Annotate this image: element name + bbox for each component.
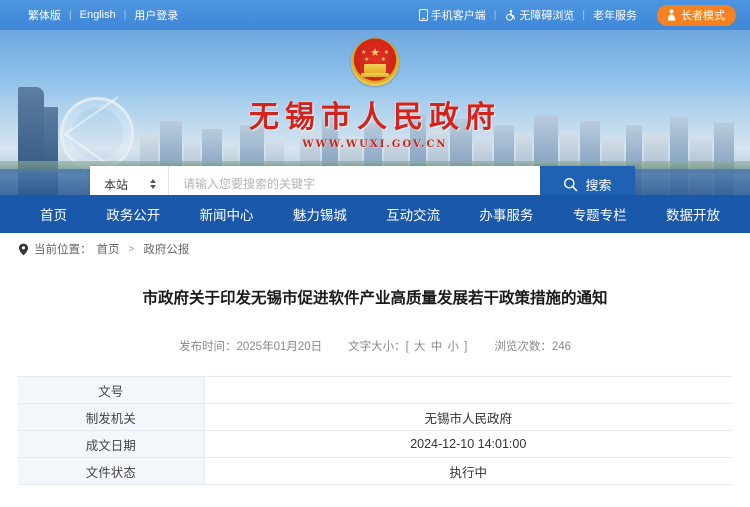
article-meta: 发布时间：2025年01月20日 文字大小：[ 大 中 小 ] 浏览次数：246: [0, 338, 750, 354]
person-icon: [666, 9, 677, 21]
table-row: 文件状态 执行中: [18, 457, 732, 486]
accessibility-link[interactable]: 无障碍浏览: [496, 7, 582, 23]
font-size-label: 文字大小：: [348, 341, 406, 354]
nav-item-charming-wuxi[interactable]: 魅力锡城: [293, 204, 347, 224]
site-title: 无锡市人民政府: [249, 100, 501, 135]
table-row: 成文日期 2024-12-10 14:01:00: [18, 430, 732, 459]
search-bar: 本站 搜索: [90, 166, 635, 195]
table-cell-key: 文号: [18, 376, 205, 405]
mobile-phone-icon: [418, 9, 428, 21]
publish-time-label: 发布时间：: [178, 341, 237, 354]
table-cell-key: 制发机关: [18, 403, 205, 432]
site-identity: ★ ★ ★ ★ ★ 无锡市人民政府 WWW.WUXI.GOV.CN: [0, 38, 750, 150]
search-button[interactable]: 搜索: [540, 166, 635, 195]
emblem-small-star: ★: [364, 57, 370, 63]
elderly-service-link[interactable]: 老年服务: [585, 7, 645, 23]
font-size-control: 文字大小：[ 大 中 小 ]: [348, 338, 468, 354]
table-row: 文号: [18, 376, 732, 405]
mobile-app-link[interactable]: 手机客户端: [411, 7, 494, 23]
table-cell-value: 2024-12-10 14:01:00: [204, 430, 732, 459]
breadcrumb-item-home[interactable]: 首页: [97, 241, 120, 257]
nav-item-services[interactable]: 办事服务: [479, 204, 533, 224]
national-emblem-icon: ★ ★ ★ ★ ★: [351, 38, 399, 86]
emblem-small-star: ★: [383, 50, 389, 56]
search-scope-value: 本站: [104, 177, 129, 192]
government-portal-page: 繁体版 | English | 用户登录 手机客户端 | 无障碍浏览 | 老年服…: [0, 0, 750, 507]
breadcrumb-item-gazette[interactable]: 政府公报: [143, 241, 189, 257]
publish-time: 发布时间：2025年01月20日: [179, 338, 322, 354]
emblem-tiananmen-gate: [361, 64, 389, 78]
nav-item-open-data[interactable]: 数据开放: [666, 204, 720, 224]
breadcrumb-separator: >: [128, 243, 135, 255]
location-pin-icon: [18, 243, 29, 256]
traditional-chinese-link[interactable]: 繁体版: [20, 7, 69, 23]
emblem-small-star: ★: [361, 50, 367, 56]
table-cell-value: [204, 376, 732, 405]
publish-time-value: 2025年01月20日: [236, 341, 323, 354]
table-cell-key: 文件状态: [18, 457, 205, 486]
nav-item-special-topics[interactable]: 专题专栏: [573, 204, 627, 224]
stepper-arrows-icon: [150, 179, 156, 189]
table-row: 制发机关 无锡市人民政府: [18, 403, 732, 432]
search-button-label: 搜索: [585, 177, 612, 193]
search-icon: [563, 177, 578, 192]
search-input[interactable]: [168, 166, 540, 195]
breadcrumb: 当前位置： 首页 > 政府公报: [0, 233, 750, 265]
nav-item-government-affairs[interactable]: 政务公开: [106, 204, 160, 224]
nav-item-home[interactable]: 首页: [40, 204, 67, 224]
document-info-table: 文号 制发机关 无锡市人民政府 成文日期 2024-12-10 14:01:00…: [18, 376, 732, 486]
main-navigation: 首页 政务公开 新闻中心 魅力锡城 互动交流 办事服务 专题专栏 数据开放: [0, 195, 750, 233]
accessibility-label: 无障碍浏览: [519, 10, 575, 22]
nav-item-interaction[interactable]: 互动交流: [386, 204, 440, 224]
table-cell-value: 无锡市人民政府: [204, 403, 732, 432]
site-url: WWW.WUXI.GOV.CN: [302, 139, 448, 150]
breadcrumb-label: 当前位置：: [34, 244, 92, 256]
view-count: 浏览次数：246: [494, 338, 571, 354]
topbar-left-links: 繁体版 | English | 用户登录: [20, 7, 186, 23]
search-scope-select[interactable]: 本站: [90, 166, 168, 195]
view-count-label: 浏览次数：: [494, 341, 552, 354]
emblem-small-star: ★: [380, 57, 386, 63]
english-link[interactable]: English: [72, 9, 124, 21]
emblem-big-star: ★: [370, 47, 380, 59]
elder-mode-label: 长者模式: [681, 10, 725, 22]
topbar-right-links: 手机客户端 | 无障碍浏览 | 老年服务 长者模式: [411, 4, 736, 26]
elder-mode-button[interactable]: 长者模式: [657, 4, 736, 26]
article-section: 市政府关于印发无锡市促进软件产业高质量发展若干政策措施的通知 发布时间：2025…: [0, 265, 750, 486]
main-navigation-inner: 首页 政务公开 新闻中心 魅力锡城 互动交流 办事服务 专题专栏 数据开放: [20, 204, 730, 224]
mobile-app-label: 手机客户端: [430, 10, 486, 22]
page-title: 市政府关于印发无锡市促进软件产业高质量发展若干政策措施的通知: [142, 290, 608, 307]
site-banner: ★ ★ ★ ★ ★ 无锡市人民政府 WWW.WUXI.GOV.CN 本站 请输入…: [0, 30, 750, 195]
view-count-value: 246: [551, 341, 572, 354]
table-cell-key: 成文日期: [18, 430, 205, 459]
top-utility-bar: 繁体版 | English | 用户登录 手机客户端 | 无障碍浏览 | 老年服…: [0, 0, 750, 30]
user-login-link[interactable]: 用户登录: [126, 7, 186, 23]
wheelchair-accessibility-icon: [504, 9, 516, 21]
font-size-options[interactable]: [ 大 中 小 ]: [406, 341, 469, 353]
table-cell-value: 执行中: [204, 457, 732, 486]
nav-item-news[interactable]: 新闻中心: [200, 204, 254, 224]
